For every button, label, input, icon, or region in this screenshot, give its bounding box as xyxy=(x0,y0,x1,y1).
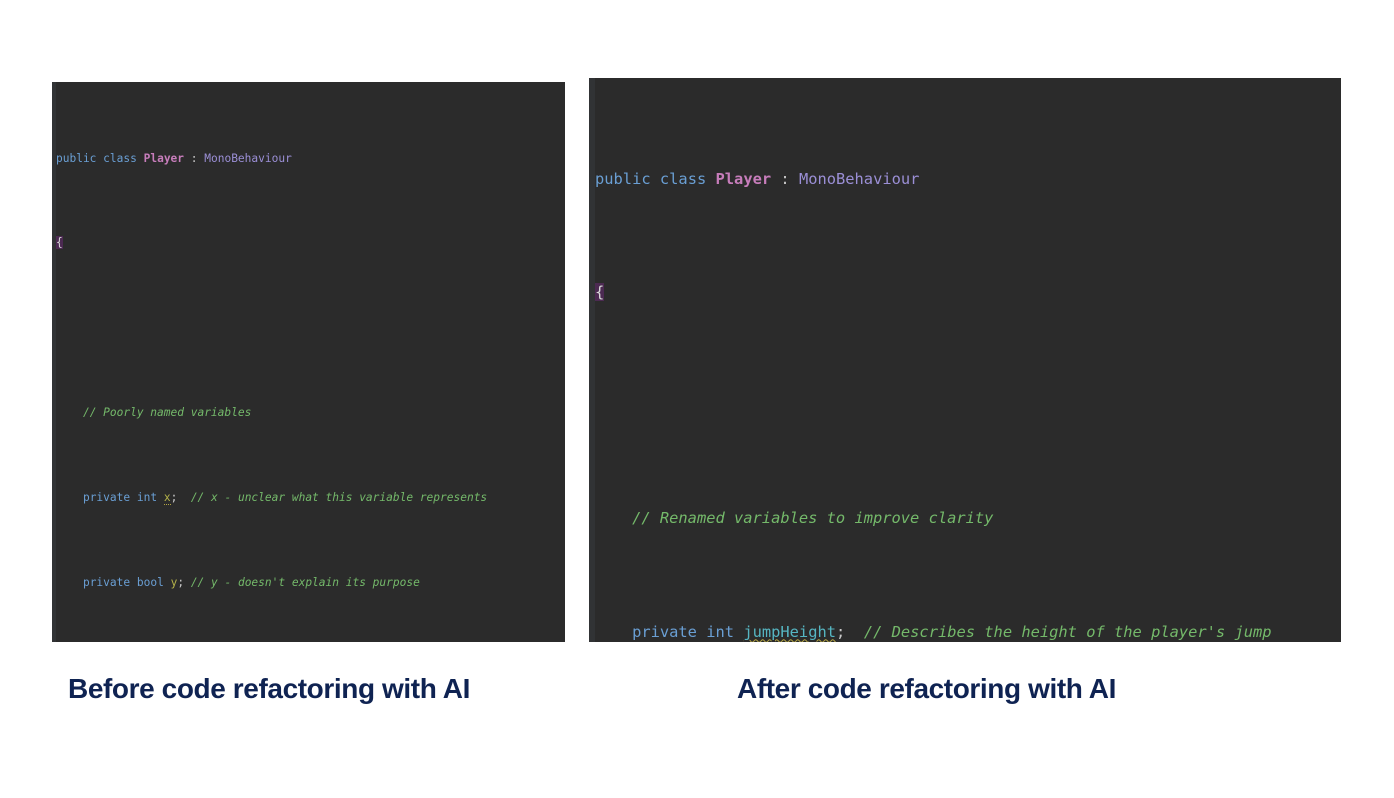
before-code-content[interactable]: public class Player : MonoBehaviour { //… xyxy=(52,82,565,642)
after-code-editor-panel[interactable]: public class Player : MonoBehaviour { //… xyxy=(589,78,1341,642)
keyword-public: public xyxy=(595,169,651,188)
keyword-class: class xyxy=(659,169,707,188)
code-line: // Renamed variables to improve clarity xyxy=(595,504,1341,532)
base-class-name: MonoBehaviour xyxy=(798,169,920,188)
colon-token: : xyxy=(184,151,205,165)
code-line: public class Player : MonoBehaviour xyxy=(56,148,565,169)
semicolon-token: ; xyxy=(836,622,846,641)
class-name: Player xyxy=(143,151,185,165)
caption-after: After code refactoring with AI xyxy=(737,673,1117,704)
semicolon-token: ; xyxy=(177,575,185,589)
slide-canvas: public class Player : MonoBehaviour { //… xyxy=(0,0,1394,798)
base-class-name: MonoBehaviour xyxy=(204,151,292,165)
after-code-content[interactable]: public class Player : MonoBehaviour { //… xyxy=(589,78,1341,642)
keyword-bool: bool xyxy=(136,575,164,589)
open-brace-highlight: { xyxy=(56,236,63,250)
colon-token: : xyxy=(771,169,799,188)
comment-text: // Renamed variables to improve clarity xyxy=(632,509,994,528)
code-line: private bool y; // y - doesn't explain i… xyxy=(56,572,565,593)
code-line: { xyxy=(595,278,1341,306)
keyword-private: private xyxy=(82,490,131,504)
code-line: private int x; // x - unclear what this … xyxy=(56,487,565,508)
keyword-int: int xyxy=(706,622,735,641)
code-line: private int jumpHeight; // Describes the… xyxy=(595,618,1341,642)
code-line: public class Player : MonoBehaviour xyxy=(595,165,1341,193)
keyword-private: private xyxy=(632,622,697,641)
semicolon-token: ; xyxy=(170,490,178,504)
code-line: { xyxy=(56,232,565,253)
class-name: Player xyxy=(715,169,772,188)
open-brace-highlight: { xyxy=(595,283,605,302)
keyword-class: class xyxy=(103,151,137,165)
keyword-int: int xyxy=(136,490,158,504)
comment-text: // y - doesn't explain its purpose xyxy=(190,575,420,589)
identifier-x: x xyxy=(163,490,171,505)
comment-text: // Describes the height of the player's … xyxy=(863,622,1272,641)
code-line: // Poorly named variables xyxy=(56,402,565,423)
keyword-public: public xyxy=(56,151,97,165)
caption-before: Before code refactoring with AI xyxy=(68,673,470,704)
keyword-private: private xyxy=(82,575,131,589)
comment-text: // Poorly named variables xyxy=(82,406,252,419)
comment-text: // x - unclear what this variable repres… xyxy=(190,490,488,504)
identifier-jumpheight: jumpHeight xyxy=(743,622,836,641)
before-code-editor-panel[interactable]: public class Player : MonoBehaviour { //… xyxy=(52,82,565,642)
